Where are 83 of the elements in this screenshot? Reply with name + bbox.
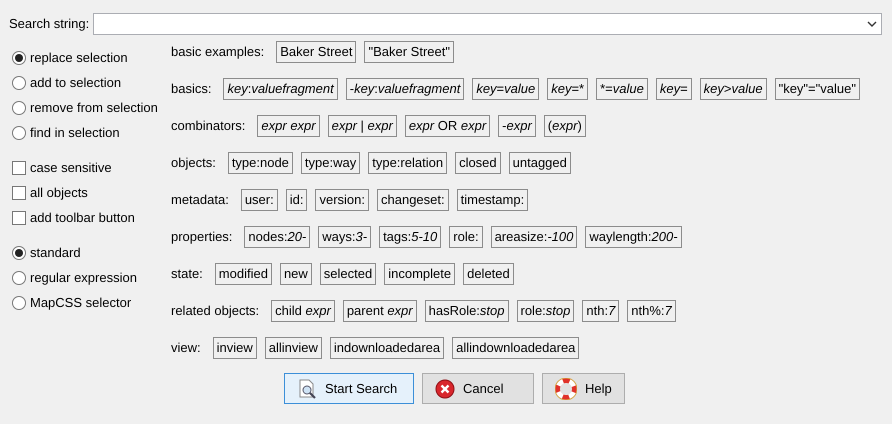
group-label: view: [171,339,201,358]
example-chip[interactable]: waylength:200- [585,226,682,248]
radio-label[interactable]: add to selection [30,72,122,92]
example-chip[interactable]: allindownloadedarea [452,337,580,359]
radio-button[interactable] [12,76,26,90]
group-label: basic examples: [171,43,264,62]
example-chip[interactable]: *=value [596,78,648,100]
group-label: combinators: [171,117,246,136]
radio-label[interactable]: remove from selection [30,98,158,118]
example-chip[interactable]: key>value [700,78,767,100]
example-chip[interactable]: tags:5-10 [379,226,442,248]
example-chip[interactable]: deleted [463,263,514,285]
example-chip[interactable]: changeset: [377,189,449,211]
search-field[interactable] [93,13,882,35]
example-chip[interactable]: child expr [271,300,335,322]
example-chip[interactable]: incomplete [384,263,456,285]
example-chip[interactable]: "key"="value" [774,78,860,100]
example-chip[interactable]: (expr) [544,115,586,137]
lifebuoy-icon [555,378,577,400]
example-chip[interactable]: type:relation [368,152,448,174]
example-chip[interactable]: areasize:-100 [490,226,578,248]
example-chip[interactable]: nodes:20- [244,226,310,248]
radio-label[interactable]: find in selection [30,122,120,142]
radio-label[interactable]: replace selection [30,48,128,68]
checkbox-label[interactable]: all objects [30,182,88,202]
radio-button[interactable] [12,50,26,64]
example-chip[interactable]: -expr [498,115,536,137]
example-chip[interactable]: "Baker Street" [364,41,454,63]
example-chip[interactable]: inview [212,337,257,359]
example-chip[interactable]: hasRole:stop [424,300,508,322]
example-chip[interactable]: expr expr [257,115,320,137]
radio-label[interactable]: standard [30,242,81,262]
example-chip[interactable]: new [280,263,312,285]
example-chip[interactable]: id: [286,189,308,211]
example-chip[interactable]: untagged [508,152,571,174]
radio-label[interactable]: regular expression [30,268,137,288]
example-chip[interactable]: role: [449,226,483,248]
example-chip[interactable]: modified [214,263,272,285]
dialog-button[interactable]: Cancel [422,373,534,404]
group-label: properties: [171,228,232,246]
checkbox-label[interactable]: case sensitive [30,158,112,178]
cancel-icon [435,378,455,398]
example-chip[interactable]: ways:3- [318,226,372,248]
example-chip[interactable]: selected [320,263,376,285]
example-chip[interactable]: allinview [264,337,322,359]
example-chip[interactable]: Baker Street [276,41,356,63]
radio-label[interactable]: MapCSS selector [30,292,132,312]
group-label: state: [171,265,203,284]
example-chip[interactable]: indownloadedarea [330,337,444,359]
group-label: related objects: [171,302,260,320]
example-chip[interactable]: nth%:7 [627,300,676,322]
radio-button[interactable] [12,270,26,284]
example-chip[interactable]: expr OR expr [404,115,490,137]
example-chip[interactable]: type:way [300,152,360,174]
group-label: metadata: [171,191,229,210]
example-chip[interactable]: user: [240,189,278,211]
checkbox-label[interactable]: add toolbar button [30,208,135,228]
example-chip[interactable]: type:node [228,152,293,174]
dialog-button[interactable]: Help [542,373,625,404]
example-chip[interactable]: closed [455,152,501,174]
search-label: Search string: [9,15,90,34]
example-chip[interactable]: key:valuefragment [223,78,338,100]
group-label: objects: [171,154,216,172]
search-document-icon [297,378,317,398]
radio-button[interactable] [12,296,26,310]
radio-button[interactable] [12,126,26,140]
example-chip[interactable]: nth:7 [582,300,620,322]
example-chip[interactable]: timestamp: [456,189,528,211]
example-chip[interactable]: -key:valuefragment [346,78,464,100]
checkbox[interactable] [12,186,26,200]
example-chip[interactable]: key=value [472,78,540,100]
example-chip[interactable]: key=* [547,78,588,100]
checkbox[interactable] [12,210,26,224]
group-label: basics: [171,80,212,98]
dialog-button[interactable]: Start Search [284,373,414,404]
checkbox[interactable] [12,160,26,174]
radio-button[interactable] [12,246,26,260]
example-chip[interactable]: key= [656,78,692,100]
example-chip[interactable]: version: [315,189,369,211]
example-chip[interactable]: parent expr [342,300,417,322]
example-chip[interactable]: expr | expr [328,115,397,137]
radio-button[interactable] [12,100,26,114]
example-chip[interactable]: role:stop [516,300,574,322]
